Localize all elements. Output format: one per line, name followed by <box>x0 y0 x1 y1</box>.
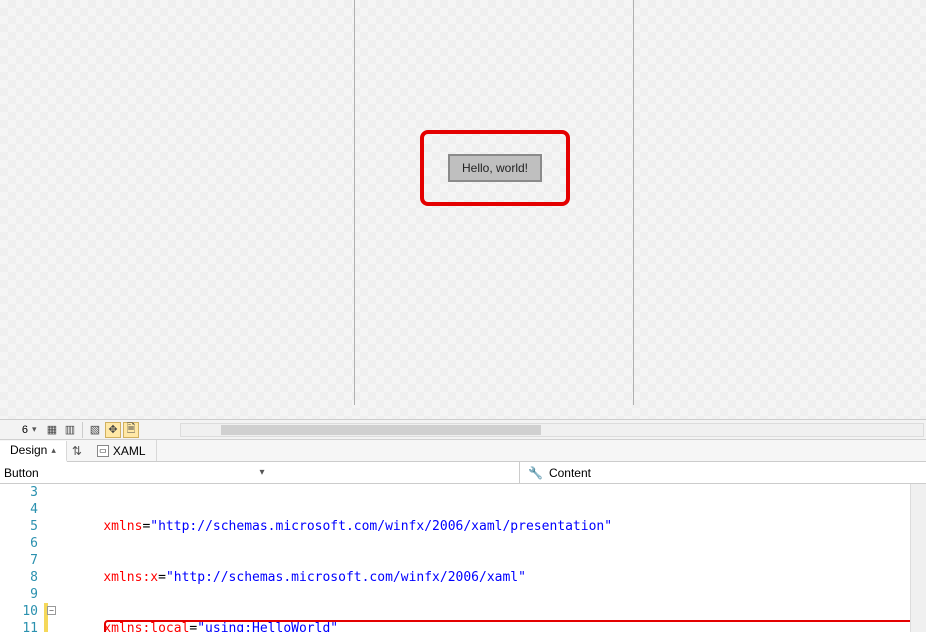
scrollbar-thumb[interactable] <box>221 425 541 435</box>
chevron-down-icon[interactable]: ▾ <box>32 424 42 435</box>
line-number: 4 <box>0 501 38 518</box>
line-number: 11 <box>0 620 38 632</box>
palette-icon[interactable]: ▧ <box>87 422 103 438</box>
line-number: 7 <box>0 552 38 569</box>
line-number: 5 <box>0 518 38 535</box>
xaml-icon: ▭ <box>97 445 109 457</box>
tab-label: Design <box>10 443 47 457</box>
selection-highlight: Hello, world! <box>420 130 570 206</box>
tab-xaml[interactable]: ▭ XAML <box>87 440 157 461</box>
marker-margin: − <box>44 484 72 632</box>
tab-design[interactable]: Design ▴ <box>0 441 67 462</box>
line-number: 3 <box>0 484 38 501</box>
line-number-gutter: 3 4 5 6 7 8 9 10 11 12 <box>0 484 44 632</box>
element-property-bar: Button ▾ 🔧 Content <box>0 462 926 484</box>
grid-view-icon[interactable]: ▦ <box>44 422 60 438</box>
zoom-value[interactable]: 6 <box>2 424 30 436</box>
chevron-up-icon: ▴ <box>51 445 56 456</box>
code-content[interactable]: xmlns="http://schemas.microsoft.com/winf… <box>72 484 926 632</box>
code-token: "http://schemas.microsoft.com/winfx/2006… <box>150 519 612 534</box>
code-token: "using:HelloWorld" <box>197 621 338 632</box>
tab-label: XAML <box>113 444 146 458</box>
property-cell[interactable]: 🔧 Content <box>520 466 599 480</box>
line-number: 6 <box>0 535 38 552</box>
line-number: 9 <box>0 586 38 603</box>
line-number: 8 <box>0 569 38 586</box>
code-token: "http://schemas.microsoft.com/winfx/2006… <box>166 570 526 585</box>
swap-panes-icon[interactable]: ⇅ <box>67 444 87 458</box>
grid-view-alt-icon[interactable]: ▥ <box>62 422 78 438</box>
horizontal-scrollbar[interactable] <box>180 423 924 437</box>
property-label: Content <box>549 466 591 480</box>
chevron-down-icon: ▾ <box>260 467 516 478</box>
element-dropdown[interactable]: Button ▾ <box>0 462 520 483</box>
xaml-editor[interactable]: 3 4 5 6 7 8 9 10 11 12 − xmlns="http://s… <box>0 484 926 632</box>
code-token: xmlns:local <box>103 621 189 632</box>
separator <box>82 422 83 438</box>
fold-toggle-icon[interactable]: − <box>47 606 56 615</box>
rendered-button[interactable]: Hello, world! <box>448 154 542 182</box>
vertical-scrollbar[interactable] <box>910 484 926 632</box>
line-number: 10 <box>0 603 38 620</box>
document-icon[interactable]: 🗎 <box>123 422 139 438</box>
snap-toggle-icon[interactable]: ✥ <box>105 422 121 438</box>
design-surface[interactable]: Hello, world! <box>0 0 926 420</box>
zoom-toolbar: 6 ▾ ▦ ▥ ▧ ✥ 🗎 <box>0 420 926 440</box>
wrench-icon: 🔧 <box>528 466 543 480</box>
element-name: Button <box>4 466 260 480</box>
code-token: xmlns:x <box>103 570 158 585</box>
view-tabs: Design ▴ ⇅ ▭ XAML <box>0 440 926 462</box>
code-token: xmlns <box>103 519 142 534</box>
